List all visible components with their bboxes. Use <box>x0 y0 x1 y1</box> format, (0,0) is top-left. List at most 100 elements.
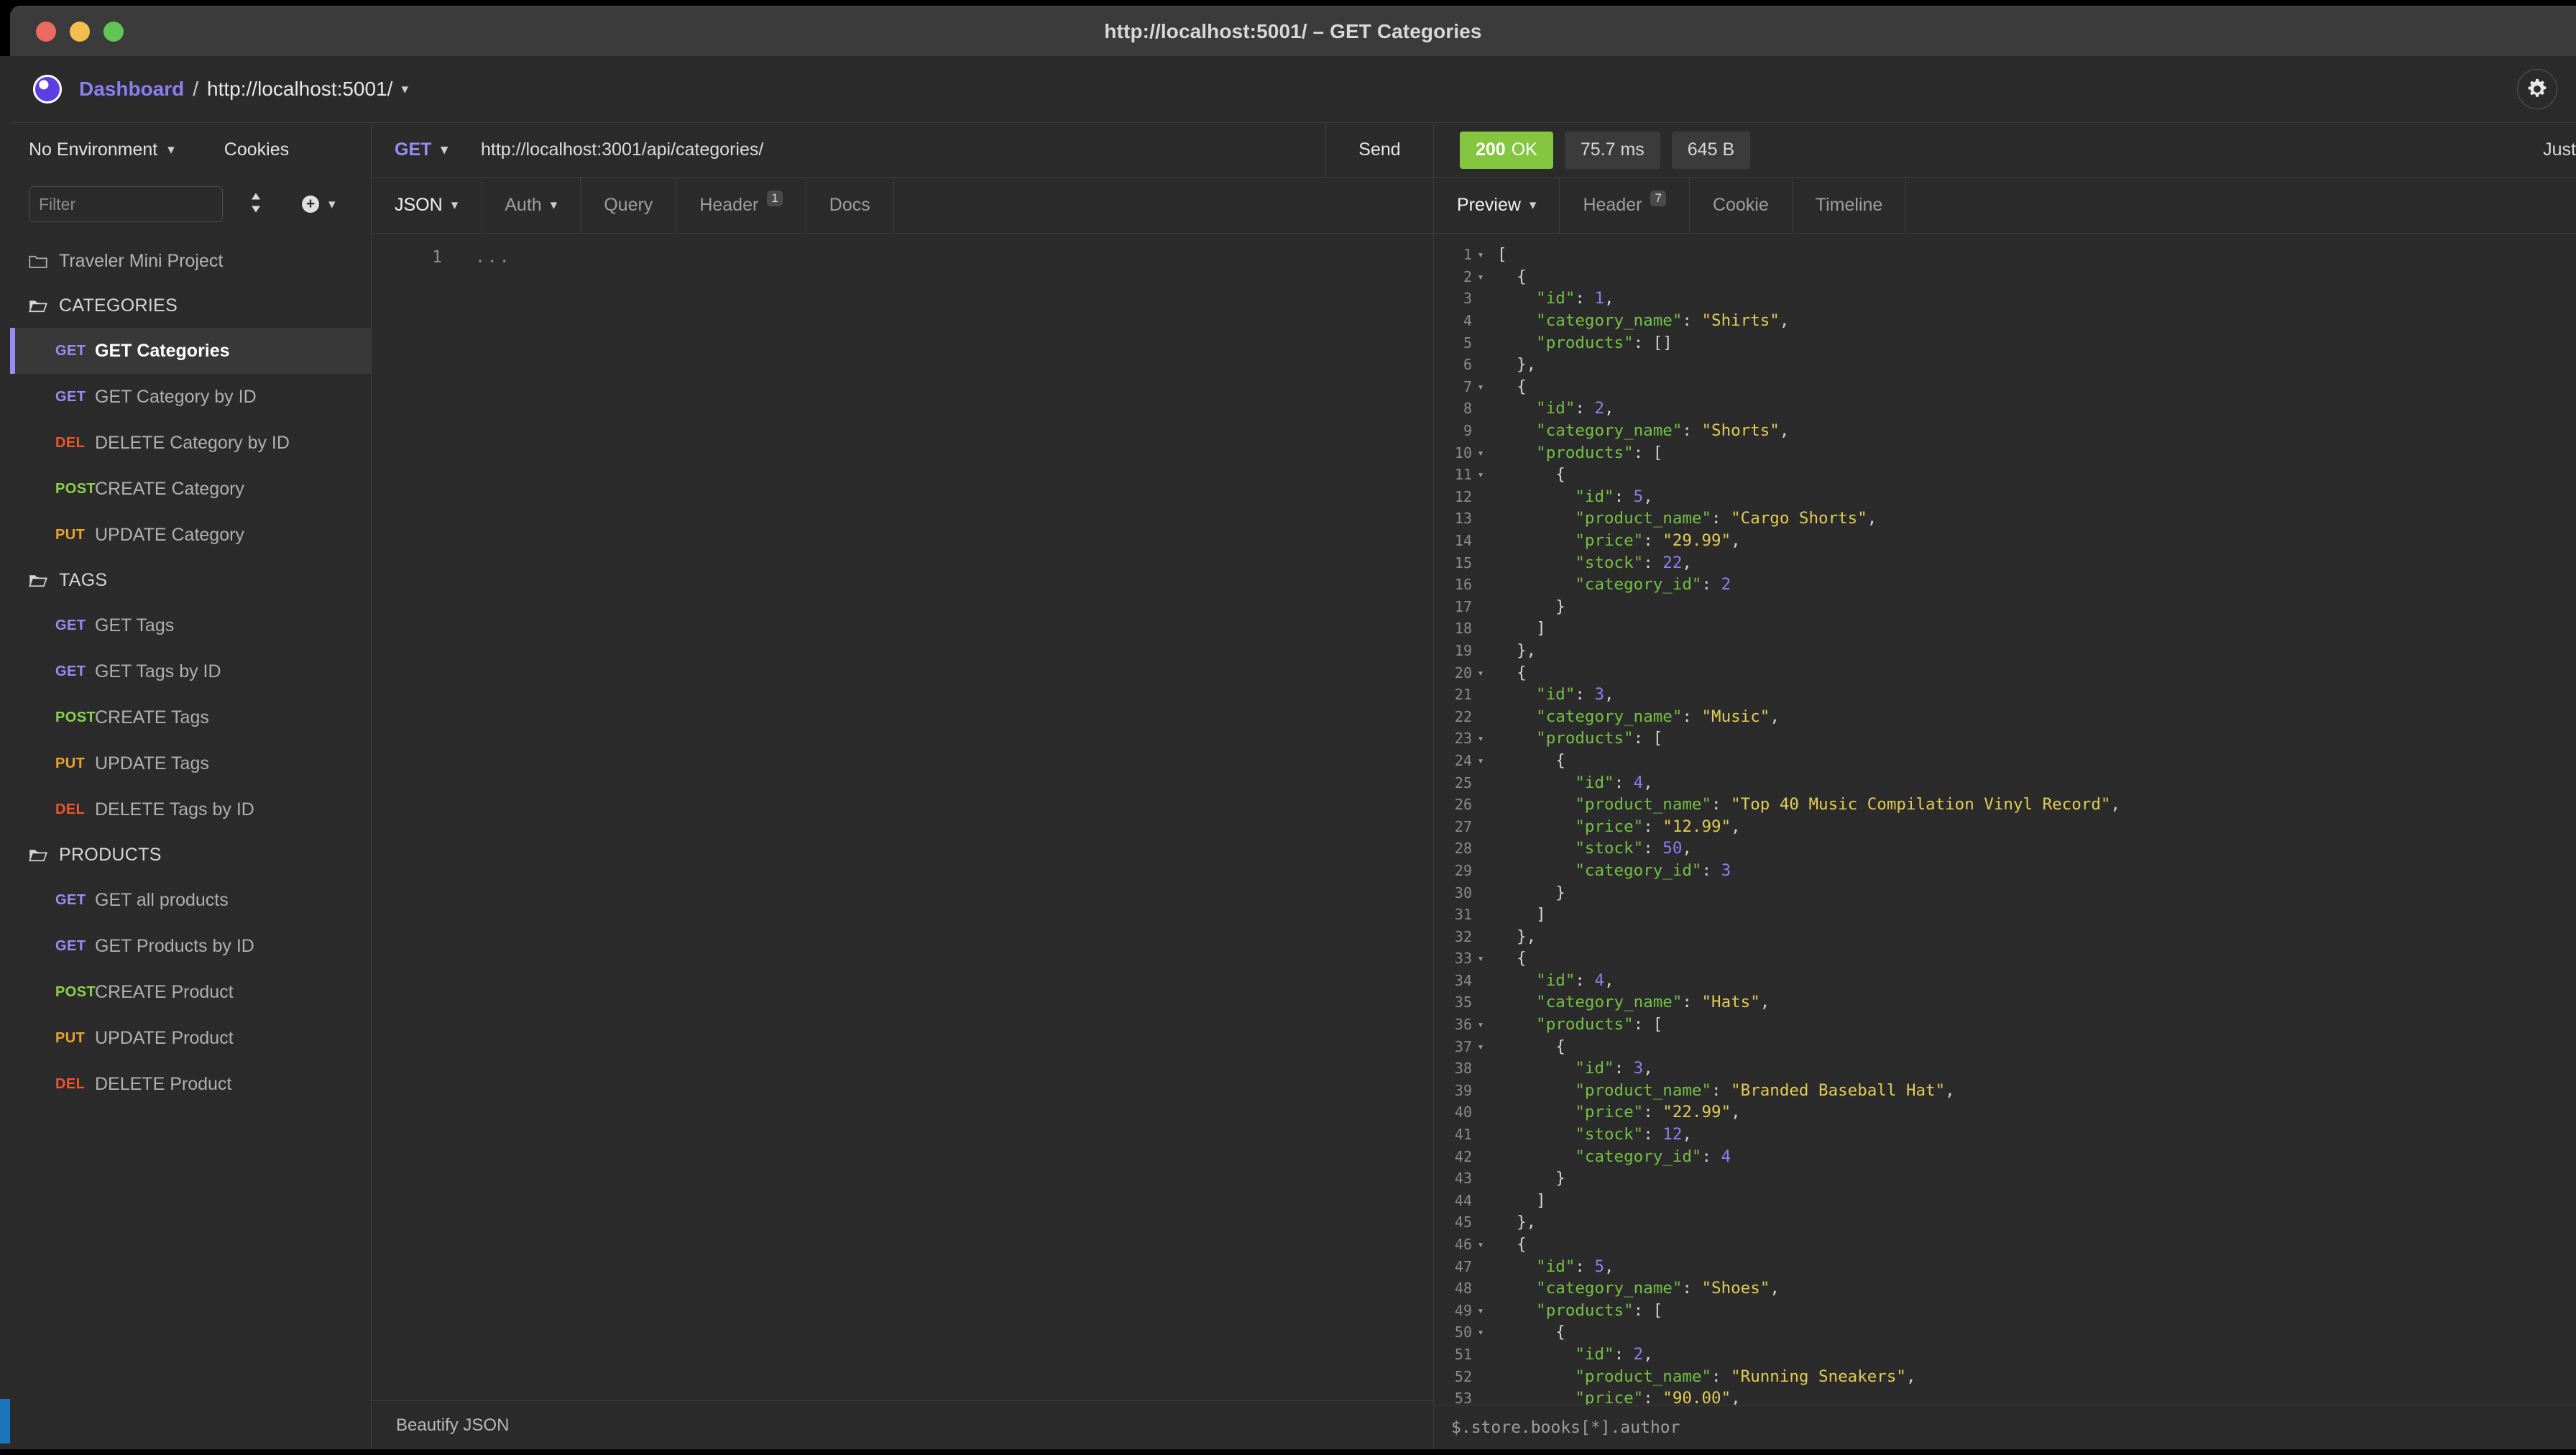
tab-json[interactable]: JSON▾ <box>372 178 482 233</box>
response-line-number: 50 <box>1434 1323 1474 1341</box>
sidebar-request-item[interactable]: PUTUPDATE Product <box>10 1015 371 1061</box>
response-line-number: 44 <box>1434 1192 1474 1209</box>
tab-header[interactable]: Header1 <box>676 178 806 233</box>
fold-triangle-icon[interactable]: ▾ <box>1474 446 1487 459</box>
fold-triangle-icon[interactable]: ▾ <box>1474 732 1487 745</box>
add-request-button[interactable]: + ▾ <box>302 196 336 213</box>
tab-count-badge: 1 <box>767 191 782 206</box>
folder-open-icon <box>29 298 47 313</box>
tab-timeline[interactable]: Timeline <box>1793 178 1907 233</box>
response-line-number: 39 <box>1434 1082 1474 1099</box>
fold-triangle-icon[interactable]: ▾ <box>1474 270 1487 283</box>
sidebar-group-row[interactable]: CATEGORIES <box>10 283 371 328</box>
response-line-code: { <box>1487 377 1527 396</box>
sidebar-folder-row[interactable]: Traveler Mini Project <box>10 239 371 283</box>
response-line-code: "id": 4, <box>1487 774 1653 792</box>
breadcrumb[interactable]: Dashboard / http://localhost:5001/ ▾ <box>79 78 408 101</box>
response-tabs: Preview▾Header7 Cookie Timeline <box>1434 178 2576 234</box>
fold-triangle-icon[interactable]: ▾ <box>1474 380 1487 393</box>
sidebar-request-item[interactable]: GETGET Tags by ID <box>10 648 371 694</box>
sidebar-request-item[interactable]: DELDELETE Product <box>10 1061 371 1107</box>
sidebar-request-item[interactable]: GETGET all products <box>10 877 371 923</box>
response-line-code: "id": 5, <box>1487 487 1653 506</box>
breadcrumb-dashboard[interactable]: Dashboard <box>79 78 184 101</box>
tab-label: Cookie <box>1713 195 1769 216</box>
fold-triangle-icon[interactable]: ▾ <box>1474 468 1487 481</box>
response-line-code: "category_name": "Music", <box>1487 707 1780 726</box>
response-filter-input[interactable]: $.store.books[*].author <box>1434 1405 2576 1449</box>
request-method-badge: GET <box>10 618 95 634</box>
chevron-down-icon[interactable]: ▾ <box>401 81 408 98</box>
request-method-label: GET <box>395 139 431 160</box>
tab-auth[interactable]: Auth▾ <box>482 178 581 233</box>
folder-open-icon <box>29 572 47 588</box>
sidebar-request-item[interactable]: POSTCREATE Category <box>10 466 371 512</box>
status-badge[interactable]: 200 OK <box>1460 132 1553 169</box>
sidebar-tree: Traveler Mini Project CATEGORIES GETGET Ca… <box>10 231 371 1449</box>
tab-label: JSON <box>395 195 443 216</box>
sidebar-request-item[interactable]: POSTCREATE Product <box>10 969 371 1015</box>
fold-triangle-icon[interactable]: ▾ <box>1474 1040 1487 1053</box>
fold-triangle-icon[interactable]: ▾ <box>1474 1326 1487 1339</box>
response-line-code: "price": "90.00", <box>1487 1389 1741 1405</box>
response-line-number: 1 <box>1434 246 1474 263</box>
sidebar-request-label: DELETE Category by ID <box>95 433 290 454</box>
breadcrumb-workspace[interactable]: http://localhost:5001/ <box>207 78 392 101</box>
beautify-json-button[interactable]: Beautify JSON <box>372 1400 1433 1449</box>
response-time-badge[interactable]: 75.7 ms <box>1565 132 1660 169</box>
response-body-viewer[interactable]: 1▾[2▾ {3 "id": 1,4 "category_name": "Shi… <box>1434 234 2576 1405</box>
response-line-code: ] <box>1487 1191 1546 1210</box>
response-line: 30 } <box>1434 881 2576 904</box>
sidebar-group-row[interactable]: TAGS <box>10 558 371 602</box>
fold-triangle-icon[interactable]: ▾ <box>1474 666 1487 679</box>
tab-label: Query <box>604 195 653 216</box>
response-line-number: 24 <box>1434 752 1474 769</box>
sidebar-request-item[interactable]: GETGET Tags <box>10 602 371 648</box>
request-method-badge: PUT <box>10 756 95 772</box>
request-url-bar: GET ▾ http://localhost:3001/api/categori… <box>372 123 1433 178</box>
filter-input[interactable] <box>29 186 223 222</box>
sidebar-group-label: PRODUCTS <box>59 845 162 866</box>
cookies-button[interactable]: Cookies <box>224 139 289 160</box>
tab-cookie[interactable]: Cookie <box>1690 178 1793 233</box>
tab-header[interactable]: Header7 <box>1560 178 1689 233</box>
fold-triangle-icon[interactable]: ▾ <box>1474 1018 1487 1031</box>
response-line: 24▾ { <box>1434 750 2576 772</box>
tab-docs[interactable]: Docs <box>806 178 894 233</box>
tab-preview[interactable]: Preview▾ <box>1434 178 1560 233</box>
response-line: 39 "product_name": "Branded Baseball Hat… <box>1434 1080 2576 1102</box>
response-line: 21 "id": 3, <box>1434 684 2576 706</box>
fold-triangle-icon[interactable]: ▾ <box>1474 248 1487 261</box>
response-line-number: 21 <box>1434 686 1474 703</box>
sidebar-request-label: DELETE Product <box>95 1074 231 1095</box>
sidebar-request-item[interactable]: DELDELETE Tags by ID <box>10 786 371 832</box>
sidebar-request-item[interactable]: PUTUPDATE Category <box>10 512 371 558</box>
environment-selector[interactable]: No Environment ▾ <box>29 139 175 160</box>
sidebar-request-item[interactable]: GETGET Categories <box>10 328 371 374</box>
sidebar-request-item[interactable]: GETGET Category by ID <box>10 374 371 420</box>
response-size-badge[interactable]: 645 B <box>1672 132 1750 169</box>
fold-triangle-icon[interactable]: ▾ <box>1474 1238 1487 1251</box>
send-button[interactable]: Send <box>1325 123 1433 177</box>
tab-query[interactable]: Query <box>581 178 676 233</box>
response-line-code: "product_name": "Branded Baseball Hat", <box>1487 1081 1955 1100</box>
fold-triangle-icon[interactable]: ▾ <box>1474 1304 1487 1317</box>
response-line-number: 10 <box>1434 444 1474 462</box>
sidebar-group-label: CATEGORIES <box>59 295 178 316</box>
sidebar-request-item[interactable]: DELDELETE Category by ID <box>10 420 371 466</box>
response-line-code: "stock": 50, <box>1487 839 1692 858</box>
sidebar-group-row[interactable]: PRODUCTS <box>10 832 371 877</box>
fold-triangle-icon[interactable]: ▾ <box>1474 754 1487 767</box>
request-body-editor[interactable]: 1... <box>372 234 1433 1400</box>
response-line-number: 19 <box>1434 642 1474 659</box>
sidebar-request-item[interactable]: PUTUPDATE Tags <box>10 740 371 786</box>
sidebar-request-item[interactable]: POSTCREATE Tags <box>10 694 371 740</box>
sort-updown-icon[interactable] <box>247 192 264 216</box>
response-timestamp[interactable]: Just <box>2543 139 2576 160</box>
fold-triangle-icon[interactable]: ▾ <box>1474 952 1487 965</box>
request-url-input[interactable]: http://localhost:3001/api/categories/ <box>459 139 1325 160</box>
response-line-number: 14 <box>1434 532 1474 549</box>
request-method-selector[interactable]: GET ▾ <box>372 139 459 160</box>
sidebar-request-item[interactable]: GETGET Products by ID <box>10 923 371 969</box>
settings-button[interactable] <box>2517 69 2557 109</box>
